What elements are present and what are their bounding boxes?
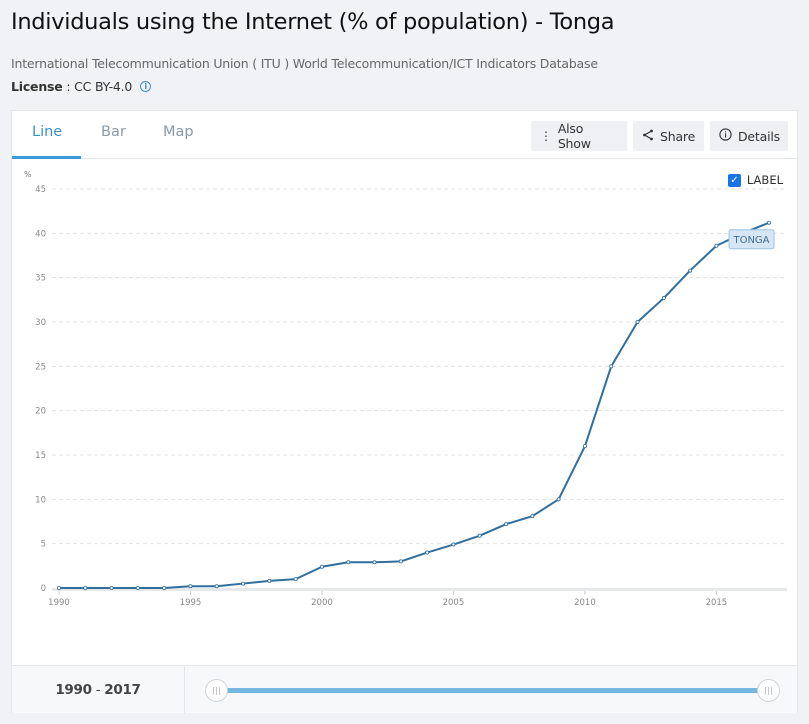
data-point-2014: [688, 268, 693, 273]
range-slider-track[interactable]: [217, 688, 769, 693]
chart-type-tabs: Line Bar Map ⋮ Also Show Share Details: [12, 111, 797, 159]
data-point-1996: [214, 584, 219, 589]
data-point-2015: [714, 243, 719, 248]
year-range: 1990 - 2017: [12, 666, 185, 714]
data-point-2013: [661, 296, 666, 301]
details-label: Details: [738, 128, 780, 144]
range-footer: 1990 - 2017: [12, 665, 797, 714]
data-point-2017: [767, 220, 772, 225]
y-tick-label: 0: [41, 584, 46, 594]
chart-area: % 0 5 10 15 20 25 30 35 40 45 1990 1995 2000 2005 2010 2…: [12, 159, 797, 666]
tab-bar[interactable]: Bar: [101, 124, 126, 140]
data-point-2000: [319, 564, 324, 569]
share-label: Share: [660, 128, 696, 144]
grip-icon: [765, 686, 772, 695]
chart-panel: Line Bar Map ⋮ Also Show Share Details ✓…: [11, 110, 798, 714]
y-tick-label: 40: [35, 229, 46, 239]
license-separator: :: [62, 79, 75, 94]
series-end-label: TONGA: [732, 235, 769, 246]
grip-icon: [213, 686, 220, 695]
license-line: License : CC BY-4.0 i: [11, 79, 152, 94]
data-point-1997: [241, 581, 246, 586]
range-slider-end-handle[interactable]: [757, 679, 780, 702]
also-show-button[interactable]: ⋮ Also Show: [531, 121, 627, 151]
range-end: 2017: [104, 682, 141, 698]
page-title: Individuals using the Internet (% of pop…: [11, 9, 615, 35]
info-icon[interactable]: i: [140, 81, 152, 92]
tab-line[interactable]: Line: [32, 124, 62, 140]
data-point-1993: [135, 585, 140, 590]
line-chart: % 0 5 10 15 20 25 30 35 40 45 1990 1995 2000 2005 2010 2…: [24, 170, 787, 608]
x-tick-label: 2000: [311, 598, 333, 608]
data-point-1992: [109, 585, 114, 590]
data-point-2007: [504, 522, 509, 527]
data-source: International Telecommunication Union ( …: [11, 56, 598, 71]
y-tick-label: 10: [35, 495, 46, 505]
x-tick-label: 2015: [706, 598, 728, 608]
details-button[interactable]: Details: [710, 121, 788, 151]
data-point-2002: [372, 560, 377, 565]
data-point-2006: [477, 533, 482, 538]
y-tick-label: 30: [35, 318, 46, 328]
range-separator: -: [91, 682, 105, 698]
data-point-1994: [162, 585, 167, 590]
y-tick-label: 5: [41, 540, 46, 550]
y-axis-unit-label: %: [24, 170, 32, 179]
share-icon: [642, 129, 654, 144]
data-point-2005: [451, 542, 456, 547]
data-point-2008: [530, 514, 535, 519]
y-tick-label: 20: [35, 407, 46, 417]
data-point-1999: [293, 577, 298, 582]
data-point-2003: [398, 559, 403, 564]
y-tick-label: 45: [35, 185, 46, 195]
data-point-2012: [635, 319, 640, 324]
data-point-2010: [582, 444, 587, 449]
data-point-1995: [188, 584, 193, 589]
vertical-ellipsis-icon: ⋮: [540, 129, 552, 143]
data-point-2004: [425, 550, 430, 555]
also-show-label: Also Show: [557, 121, 591, 151]
license-value: CC BY-4.0: [74, 79, 133, 94]
x-tick-label: 2005: [443, 598, 465, 608]
y-tick-label: 35: [35, 274, 46, 284]
x-tick-label: 2010: [574, 598, 596, 608]
share-button[interactable]: Share: [633, 121, 704, 151]
data-point-2011: [609, 364, 614, 369]
data-point-2009: [556, 497, 561, 502]
range-slider-start-handle[interactable]: [205, 679, 228, 702]
data-point-1991: [83, 585, 88, 590]
data-point-2001: [346, 560, 351, 565]
tab-map[interactable]: Map: [163, 124, 194, 140]
x-tick-label: 1990: [48, 598, 70, 608]
info-icon: [719, 128, 732, 144]
y-tick-label: 25: [35, 362, 46, 372]
range-start: 1990: [55, 682, 92, 698]
data-point-1998: [267, 578, 272, 583]
x-tick-label: 1995: [180, 598, 202, 608]
data-point-1990: [57, 585, 62, 590]
y-tick-label: 15: [35, 451, 46, 461]
license-label: License: [11, 79, 63, 94]
